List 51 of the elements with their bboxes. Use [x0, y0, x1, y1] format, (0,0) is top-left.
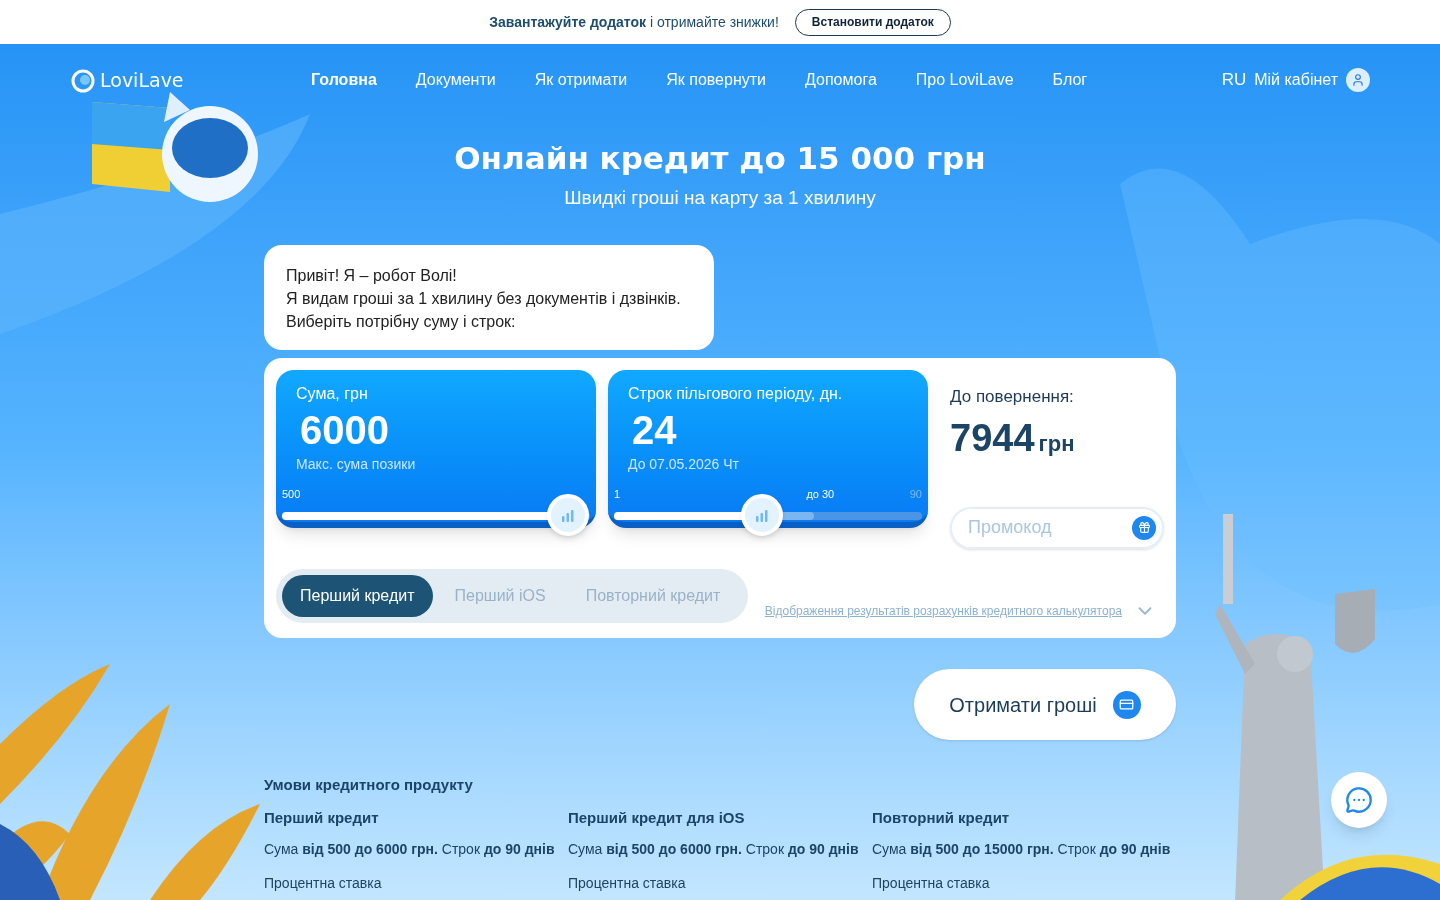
credit-tab[interactable]: Перший iOS	[436, 574, 564, 617]
user-icon	[1346, 68, 1370, 92]
rate-label: Процентна ставка	[264, 874, 383, 892]
slider-value: 6000	[300, 407, 390, 454]
language-link[interactable]: RU	[1221, 67, 1247, 93]
conditions-title: Умови кредитного продукту	[264, 775, 474, 795]
nav-link[interactable]: Головна	[311, 68, 377, 92]
rate-label: Процентна ставка	[872, 874, 991, 892]
promo-field[interactable]: Промокод	[950, 506, 1164, 549]
slider-tick: 500	[282, 486, 301, 502]
result-amount: 7944	[950, 415, 1035, 461]
slider-tick: 1	[614, 486, 621, 502]
hero-title: Онлайн кредит до 15 000 грн	[453, 139, 987, 178]
credit-tab[interactable]: Перший кредит	[282, 574, 433, 617]
chat-button[interactable]	[1331, 772, 1387, 828]
product-terms: Сума від 500 до 6000 грн. Строк до 90 днів	[568, 840, 860, 859]
nav-link[interactable]: Як отримати	[534, 68, 628, 92]
slider-tick: до 30	[806, 486, 835, 502]
slider-value: 24	[632, 407, 678, 454]
bubble-text: Я видам гроші за 1 хвилину без документів і дзвінків. Виберіть потрібну суму і строк:	[286, 289, 682, 332]
nav-link[interactable]: Про LoviLave	[915, 68, 1014, 92]
slider-note: Макс. сума позики	[296, 455, 417, 474]
logo-text: LoviLave	[100, 67, 184, 93]
gift-icon	[1132, 515, 1156, 540]
credit-tab[interactable]: Повторний кредит	[567, 574, 739, 617]
bars-icon	[561, 508, 576, 522]
product-title: Перший кредит для iOS	[568, 807, 746, 828]
bars-icon	[754, 508, 769, 522]
slider-tick: 90	[909, 486, 922, 502]
product-title: Повторний кредит	[872, 807, 1011, 828]
result-currency: грн	[1038, 429, 1075, 458]
product-title: Перший кредит	[264, 807, 380, 828]
banner-text: Завантажуйте додаток і отримайте знижки!	[489, 12, 779, 32]
disclaimer-link[interactable]: Відображення результатів розрахунків кредитного калькулятора	[764, 602, 1122, 620]
nav-link[interactable]: Документи	[415, 68, 496, 92]
slider-label: Строк пільгового періоду, дн.	[628, 384, 844, 404]
nav-link[interactable]: Допомога	[805, 68, 877, 92]
result-label: До повернення:	[950, 386, 1075, 408]
hero-subtitle: Швидкі гроші на карту за 1 хвилину	[563, 186, 877, 210]
chat-icon	[1345, 786, 1373, 814]
bubble-text: Привіт! Я – робот Волі!	[286, 266, 458, 286]
rate-label: Процентна ставка	[568, 874, 687, 892]
cabinet-link[interactable]: Мій кабінет	[1254, 68, 1338, 92]
nav-link[interactable]: Як повернути	[666, 68, 766, 92]
slider-label: Сума, грн	[296, 384, 369, 404]
product-terms: Сума від 500 до 6000 грн. Строк до 90 днів	[264, 840, 556, 859]
nav-link[interactable]: Блог	[1052, 68, 1088, 92]
product-terms: Сума від 500 до 15000 грн. Строк до 90 днів	[872, 840, 1172, 859]
get-money-button[interactable]: Отримати гроші	[914, 669, 1176, 740]
slider-note: До 07.05.2026 Чт	[628, 455, 740, 474]
card-icon	[1112, 690, 1141, 719]
